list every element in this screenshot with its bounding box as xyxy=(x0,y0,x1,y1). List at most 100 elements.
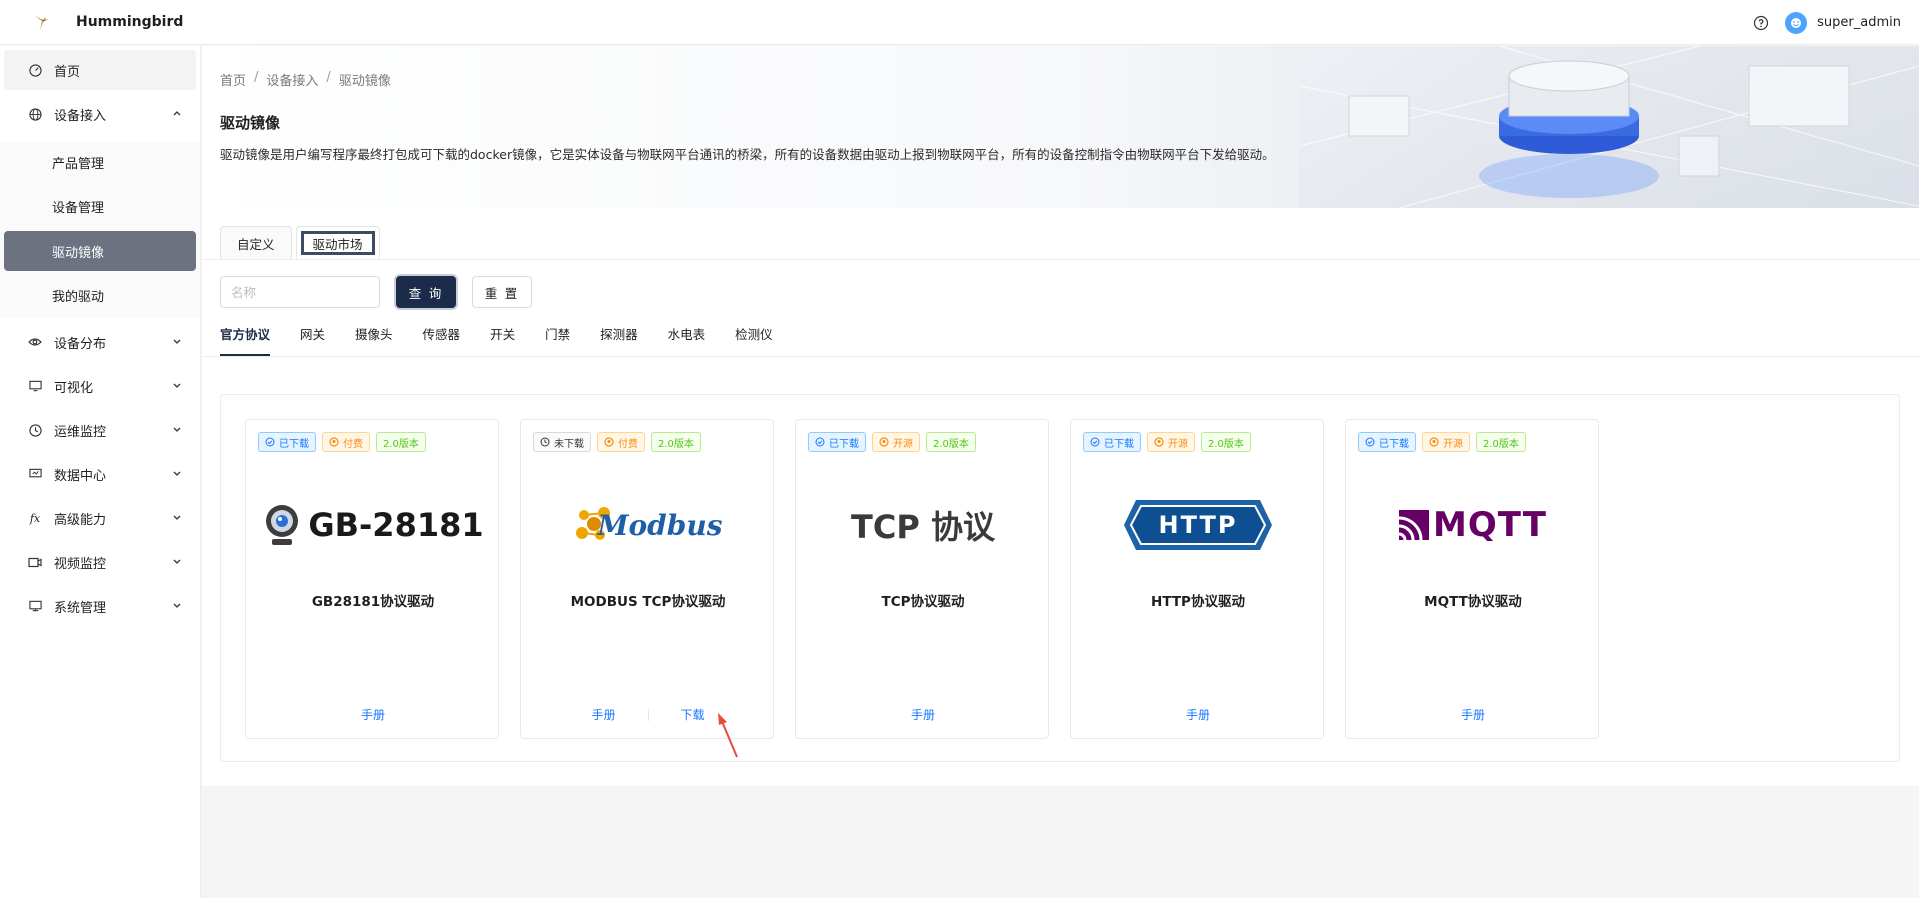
chevron-down-icon xyxy=(173,427,181,432)
status-badge: 已下载 xyxy=(1358,432,1416,452)
sidebar-item-device-management[interactable]: 设备管理 xyxy=(4,186,196,226)
video-camera-icon xyxy=(28,555,42,569)
breadcrumb-device-access[interactable]: 设备接入 xyxy=(266,70,318,89)
sidebar-item-advanced-capability[interactable]: fx 高级能力 xyxy=(4,498,196,538)
sidebar-item-label: 系统管理 xyxy=(54,600,107,616)
sidebar-item-visualization[interactable]: 可视化 xyxy=(4,366,196,406)
manual-link[interactable]: 手册 xyxy=(361,706,385,723)
chevron-down-icon xyxy=(173,339,181,344)
breadcrumb-home[interactable]: 首页 xyxy=(220,70,246,89)
price-badge: 开源 xyxy=(1147,432,1195,452)
category-tab-meter[interactable]: 水电表 xyxy=(668,320,706,356)
top-header: Hummingbird super_admin xyxy=(0,0,1919,45)
avatar-face-icon xyxy=(1791,17,1802,28)
tab-driver-market[interactable]: 驱动市场 xyxy=(295,226,380,260)
driver-card-tcp[interactable]: 已下载 开源 2.0版本 TCP 协议 TCP协议驱动 手册 xyxy=(795,419,1049,739)
category-tab-access-control[interactable]: 门禁 xyxy=(545,320,570,356)
data-screen-icon xyxy=(28,467,42,481)
reset-button[interactable]: 重 置 xyxy=(472,276,532,308)
globe-icon xyxy=(28,107,42,121)
sidebar-item-system-management[interactable]: 系统管理 xyxy=(4,586,196,626)
view-tabs: 自定义 驱动市场 xyxy=(220,226,380,260)
sidebar-item-ops-monitoring[interactable]: 运维监控 xyxy=(4,410,196,450)
category-tab-tester[interactable]: 检测仪 xyxy=(735,320,773,356)
category-tab-camera[interactable]: 摄像头 xyxy=(355,320,393,356)
manual-link[interactable]: 手册 xyxy=(911,706,935,723)
sidebar-item-label: 数据中心 xyxy=(54,468,107,484)
logo-text: HTTP xyxy=(1158,511,1238,539)
manual-link[interactable]: 手册 xyxy=(591,706,615,723)
download-link[interactable]: 下载 xyxy=(681,706,705,723)
category-divider xyxy=(202,356,1919,357)
logo-text: Modbus xyxy=(597,508,723,542)
version-badge: 2.0版本 xyxy=(926,432,976,452)
page-description: 驱动镜像是用户编写程序最终打包成可下载的docker镜像，它是实体设备与物联网平… xyxy=(220,147,1275,162)
chevron-down-icon xyxy=(173,471,181,476)
logo-text: TCP 协议 xyxy=(851,508,995,546)
check-circle-icon xyxy=(1090,437,1100,447)
sidebar-item-label: 设备管理 xyxy=(52,200,105,216)
name-search-input[interactable] xyxy=(220,276,380,308)
query-button[interactable]: 查 询 xyxy=(396,276,456,308)
check-circle-icon xyxy=(815,437,825,447)
sidebar-item-home[interactable]: 首页 xyxy=(4,50,196,90)
driver-card-gb28181[interactable]: 已下载 付费 2.0版本 GB-28181 GB28181协议驱动 手册 xyxy=(245,419,499,739)
manual-link[interactable]: 手册 xyxy=(1461,706,1485,723)
category-tab-detector[interactable]: 探测器 xyxy=(600,320,638,356)
price-badge: 开源 xyxy=(1422,432,1470,452)
main-content: 首页 / 设备接入 / 驱动镜像 驱动镜像 驱动镜像是用户编写程序最终打包成可下… xyxy=(202,46,1919,898)
mqtt-signal-icon xyxy=(1399,510,1430,540)
sidebar-item-device-access[interactable]: 设备接入 xyxy=(4,94,196,134)
monitor-icon xyxy=(28,379,42,393)
category-tab-sensor[interactable]: 传感器 xyxy=(423,320,461,356)
sidebar-item-label: 驱动镜像 xyxy=(52,245,105,261)
sidebar-item-my-driver[interactable]: 我的驱动 xyxy=(4,275,196,315)
logo-text: MQTT xyxy=(1433,505,1547,545)
username[interactable]: super_admin xyxy=(1817,15,1901,30)
driver-title: MQTT协议驱动 xyxy=(1424,594,1522,610)
banner-illustration xyxy=(1299,46,1919,208)
link-divider xyxy=(647,708,649,721)
driver-logo: MQTT xyxy=(1346,490,1600,560)
chevron-up-icon xyxy=(173,111,181,116)
price-text: 付费 xyxy=(343,438,363,450)
price-badge: 付费 xyxy=(322,432,370,452)
user-avatar[interactable] xyxy=(1785,11,1808,34)
category-tab-switch[interactable]: 开关 xyxy=(490,320,515,356)
category-tab-gateway[interactable]: 网关 xyxy=(300,320,325,356)
help-icon[interactable] xyxy=(1753,15,1769,31)
price-badge: 付费 xyxy=(597,432,645,452)
sidebar-item-video-monitoring[interactable]: 视频监控 xyxy=(4,542,196,582)
sidebar-item-data-center[interactable]: 数据中心 xyxy=(4,454,196,494)
check-circle-icon xyxy=(1365,437,1375,447)
driver-title: MODBUS TCP协议驱动 xyxy=(570,594,726,610)
check-circle-icon xyxy=(265,437,275,447)
driver-card-http[interactable]: 已下载 开源 2.0版本 HTTP HTTP协议驱动 手册 xyxy=(1070,419,1324,739)
page-title: 驱动镜像 xyxy=(220,114,281,132)
driver-title: GB28181协议驱动 xyxy=(311,594,435,610)
sidebar-item-label: 设备接入 xyxy=(54,108,107,124)
driver-card-modbus-tcp[interactable]: 未下载 付费 2.0版本 Modbus MODBUS TCP协议驱动 手册 下载 xyxy=(520,419,774,739)
status-text: 未下载 xyxy=(554,438,584,450)
sidebar-item-driver-image[interactable]: 驱动镜像 xyxy=(4,231,196,271)
status-badge: 已下载 xyxy=(1083,432,1141,452)
driver-title: HTTP协议驱动 xyxy=(1151,594,1245,610)
sidebar-item-product-management[interactable]: 产品管理 xyxy=(4,142,196,182)
breadcrumb-current: 驱动镜像 xyxy=(338,74,391,89)
github-icon xyxy=(879,437,889,447)
driver-logo: Modbus xyxy=(521,490,775,560)
category-tab-official[interactable]: 官方协议 xyxy=(220,320,271,356)
sidebar-item-device-distribution[interactable]: 设备分布 xyxy=(4,322,196,362)
sidebar-item-label: 设备分布 xyxy=(54,336,107,352)
brand[interactable]: Hummingbird xyxy=(0,12,183,32)
category-tabs: 官方协议 网关 摄像头 传感器 开关 门禁 探测器 水电表 检测仪 xyxy=(220,320,803,356)
driver-card-list: 已下载 付费 2.0版本 GB-28181 GB28181协议驱动 手册 未下载… xyxy=(220,394,1900,762)
driver-card-mqtt[interactable]: 已下载 开源 2.0版本 MQTT MQTT协议驱动 手册 xyxy=(1345,419,1599,739)
tab-custom[interactable]: 自定义 xyxy=(220,226,292,260)
driver-logo: GB-28181 xyxy=(246,490,500,560)
manual-link[interactable]: 手册 xyxy=(1186,706,1210,723)
app-title: Hummingbird xyxy=(76,14,184,30)
clock-icon xyxy=(28,423,42,437)
chevron-down-icon xyxy=(173,383,181,388)
page-banner: 首页 / 设备接入 / 驱动镜像 驱动镜像 驱动镜像是用户编写程序最终打包成可下… xyxy=(202,46,1919,208)
